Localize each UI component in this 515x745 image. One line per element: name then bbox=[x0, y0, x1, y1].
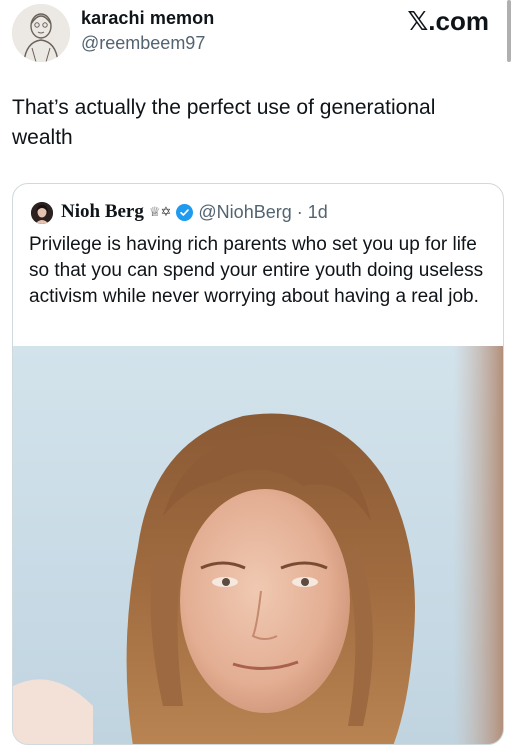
quoted-tweet-text: Privilege is having rich parents who set… bbox=[29, 234, 484, 307]
author-display-name[interactable]: karachi memon bbox=[81, 8, 214, 29]
tweet-text: That’s actually the perfect use of gener… bbox=[12, 96, 436, 149]
verified-badge-icon bbox=[176, 203, 194, 221]
site-label: 𝕏.com bbox=[407, 6, 489, 36]
portrait-avatar-icon bbox=[31, 202, 53, 224]
quoted-author-avatar[interactable] bbox=[31, 202, 53, 224]
quoted-tweet-photo[interactable] bbox=[13, 346, 503, 744]
quoted-tweet-header: Nioh Berg ♕✡ @NiohBerg · 1d bbox=[61, 199, 328, 225]
quoted-tweet-time[interactable]: 1d bbox=[308, 202, 328, 223]
tweet-header: karachi memon @reembeem97 𝕏.com bbox=[0, 0, 515, 80]
separator-dot: · bbox=[296, 201, 303, 222]
photo-of-person-icon bbox=[13, 346, 503, 744]
author-handle[interactable]: @reembeem97 bbox=[81, 33, 205, 54]
quoted-author-name[interactable]: Nioh Berg bbox=[61, 201, 144, 223]
scrollbar[interactable] bbox=[507, 0, 511, 62]
quoted-tweet-card[interactable]: Nioh Berg ♕✡ @NiohBerg · 1d Privilege is… bbox=[12, 183, 504, 745]
quoted-author-handle[interactable]: @NiohBerg bbox=[198, 202, 291, 223]
author-avatar[interactable] bbox=[12, 4, 70, 62]
crown-star-emoji: ♕✡ bbox=[148, 204, 172, 220]
sketch-portrait-icon bbox=[12, 4, 70, 62]
